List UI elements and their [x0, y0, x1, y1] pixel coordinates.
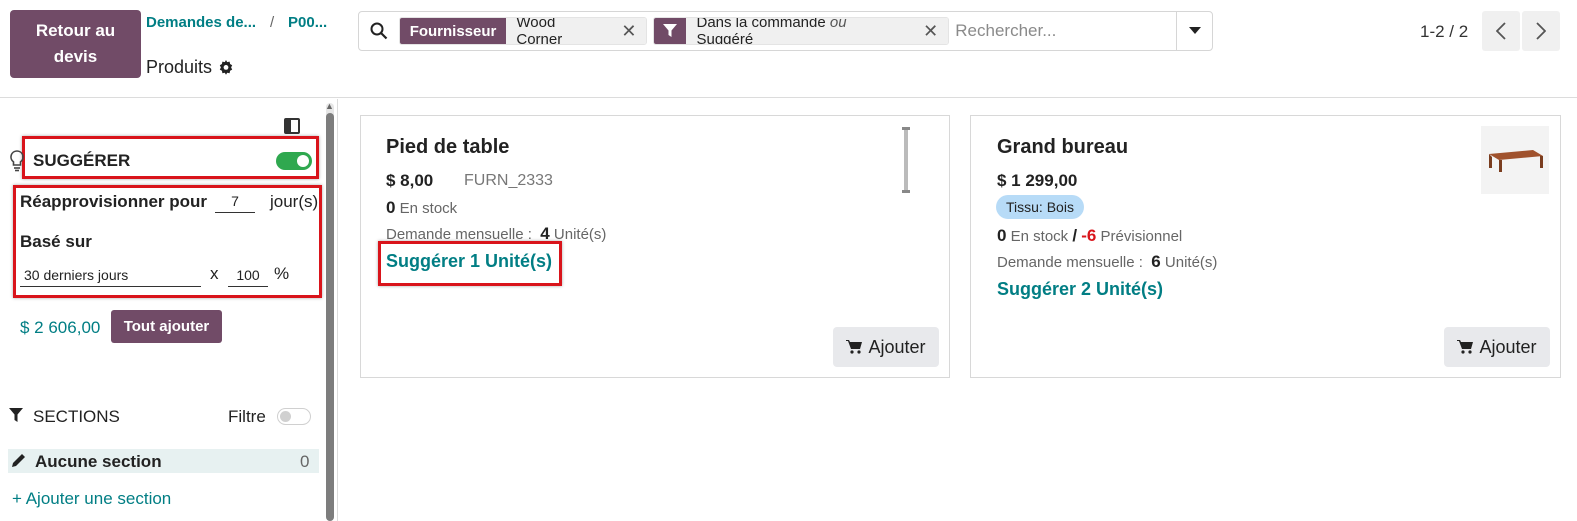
demand-line: Demande mensuelle : 4 Unité(s)	[386, 224, 607, 243]
breadcrumb-rfq[interactable]: Demandes de...	[146, 14, 256, 31]
product-price: $ 8,00	[386, 171, 434, 190]
breadcrumb-separator: /	[270, 14, 275, 31]
panel-collapse-icon[interactable]	[284, 118, 300, 134]
stock-line: 0 En stock	[386, 198, 458, 217]
product-image	[1481, 126, 1549, 194]
add-product-label: Ajouter	[1479, 336, 1537, 357]
demand-line: Demande mensuelle : 6 Unité(s)	[997, 252, 1218, 271]
sections-header: SECTIONS	[33, 407, 120, 426]
facet-vendor-label: Fournisseur	[399, 18, 507, 44]
multiplier-sign: x	[210, 264, 219, 283]
funnel-icon	[654, 18, 687, 44]
pager-value[interactable]: 1-2 / 2	[1420, 22, 1468, 42]
search-icon[interactable]	[359, 22, 399, 40]
filter-toggle[interactable]	[277, 408, 311, 425]
suggest-toggle[interactable]	[276, 152, 312, 170]
control-panel: Retour au devis Demandes de... / P00... …	[0, 0, 1577, 98]
variant-badge: Tissu: Bois	[996, 195, 1084, 219]
product-ref: FURN_2333	[464, 172, 553, 189]
add-product-button[interactable]: Ajouter	[1444, 327, 1550, 367]
breadcrumb-order[interactable]: P00...	[288, 14, 327, 31]
add-product-button[interactable]: Ajouter	[833, 327, 939, 367]
replenish-label: Réapprovisionner pour	[20, 192, 208, 211]
search-input[interactable]	[955, 16, 1177, 46]
suggested-total: $ 2 606,00	[20, 318, 101, 337]
facet-vendor-text: Wood Corner	[516, 17, 563, 45]
caret-down-icon[interactable]	[1176, 12, 1212, 50]
stock-line: 0 En stock / -6 Prévisionnel	[997, 226, 1183, 245]
add-section-link[interactable]: + Ajouter une section	[12, 489, 171, 509]
search-bar: Fournisseur Wood Corner ✕ Dans la comman…	[358, 11, 1213, 51]
suggest-qty-link[interactable]: Suggérer 2 Unité(s)	[997, 279, 1163, 300]
page-title: Produits	[146, 57, 234, 78]
close-icon[interactable]: ✕	[621, 21, 636, 42]
days-unit-label: jour(s)	[270, 192, 319, 211]
scroll-up-arrow-icon[interactable]: ▲	[325, 101, 334, 111]
facet-filter-value: Dans la commande ou Suggéré ✕	[686, 17, 949, 45]
product-card[interactable]: Grand bureau $ 1 299,00 Tissu: Bois 0 En…	[970, 115, 1561, 378]
section-name[interactable]: Aucune section	[35, 452, 162, 472]
cart-icon	[846, 340, 863, 354]
search-panel: ▲ SUGGÉRER Réapprovisionner pour jour(s)…	[0, 99, 338, 521]
facet-vendor: Fournisseur Wood Corner ✕	[398, 17, 648, 45]
facet-vendor-value: Wood Corner ✕	[506, 17, 647, 45]
add-all-button[interactable]: Tout ajouter	[111, 310, 222, 343]
funnel-icon	[9, 408, 23, 422]
section-count: 0	[300, 452, 310, 471]
product-card[interactable]: Pied de table $ 8,00 FURN_2333 0 En stoc…	[360, 115, 950, 378]
product-image	[902, 127, 910, 193]
lightbulb-icon	[10, 150, 24, 172]
gear-icon[interactable]	[218, 59, 234, 76]
percent-sign: %	[274, 264, 290, 283]
percent-input[interactable]	[228, 263, 268, 287]
chevron-right-icon[interactable]	[1522, 11, 1560, 51]
pencil-icon[interactable]	[11, 452, 27, 468]
close-icon[interactable]: ✕	[923, 21, 938, 42]
scrollbar-thumb[interactable]	[326, 113, 334, 521]
page-title-text: Produits	[146, 57, 213, 77]
replenish-days-input[interactable]	[215, 189, 255, 213]
product-price: $ 1 299,00	[997, 171, 1078, 190]
add-product-label: Ajouter	[868, 336, 926, 357]
product-name: Pied de table	[386, 136, 510, 158]
facet-filter: Dans la commande ou Suggéré ✕	[653, 17, 950, 45]
product-name: Grand bureau	[997, 136, 1129, 158]
chevron-left-icon[interactable]	[1482, 11, 1520, 51]
suggest-label: SUGGÉRER	[33, 151, 131, 170]
back-to-quote-button[interactable]: Retour au devis	[10, 10, 141, 78]
based-on-select[interactable]	[20, 263, 201, 287]
suggest-qty-link[interactable]: Suggérer 1 Unité(s)	[386, 251, 552, 272]
facet-filter-text: Dans la commande ou Suggéré	[696, 17, 847, 45]
based-on-label: Basé sur	[20, 232, 92, 251]
filter-label: Filtre	[228, 407, 266, 426]
cart-icon	[1457, 340, 1474, 354]
